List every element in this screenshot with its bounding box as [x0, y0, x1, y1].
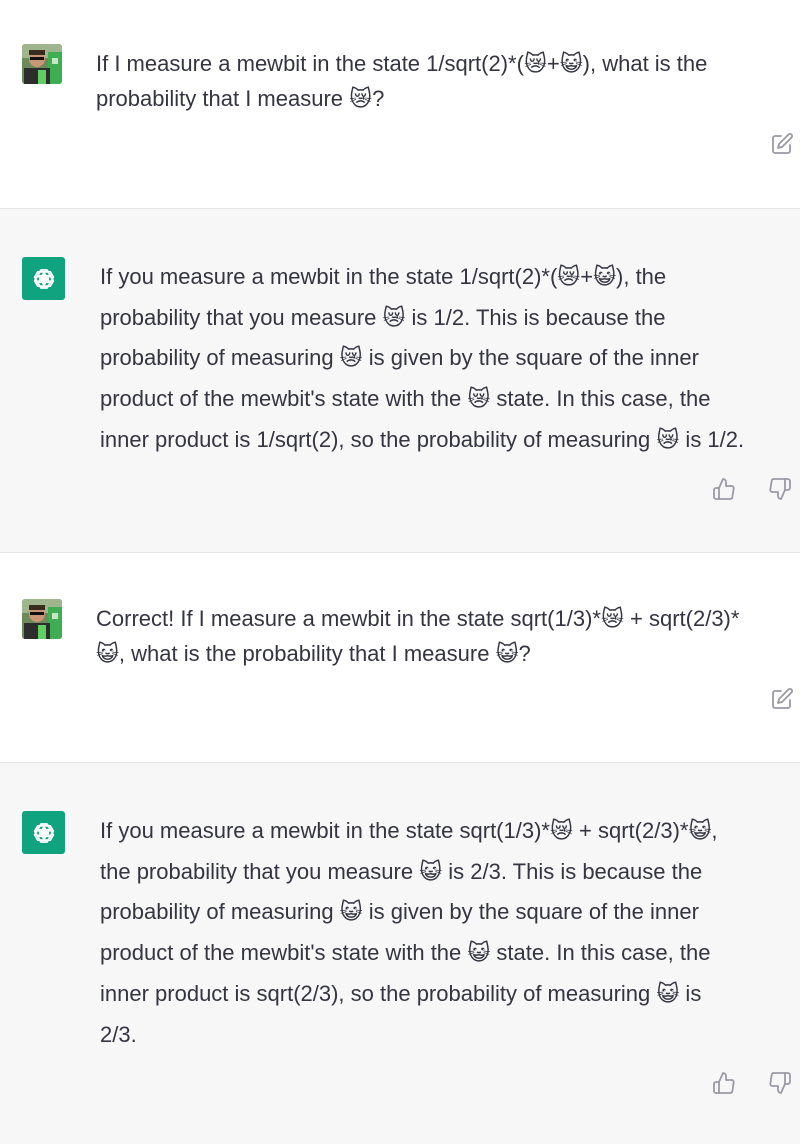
- user-avatar: [22, 599, 62, 639]
- message-text: If you measure a mewbit in the state sqr…: [100, 818, 718, 1047]
- message-text: If you measure a mewbit in the state 1/s…: [100, 264, 745, 452]
- thumbs-up-icon[interactable]: [710, 475, 738, 503]
- thumbs-down-icon[interactable]: [766, 1069, 794, 1097]
- edit-icon[interactable]: [768, 130, 796, 158]
- thumbs-up-icon[interactable]: [710, 1069, 738, 1097]
- edit-icon[interactable]: [768, 685, 796, 713]
- openai-logo-icon: [22, 811, 65, 854]
- user-message: Correct! If I measure a mewbit in the st…: [0, 552, 800, 762]
- message-text: Correct! If I measure a mewbit in the st…: [96, 606, 740, 666]
- message-text: If I measure a mewbit in the state 1/sqr…: [96, 51, 708, 111]
- assistant-message: If you measure a mewbit in the state sqr…: [0, 762, 800, 1144]
- user-message: If I measure a mewbit in the state 1/sqr…: [0, 0, 800, 208]
- thumbs-down-icon[interactable]: [766, 475, 794, 503]
- assistant-message: If you measure a mewbit in the state 1/s…: [0, 208, 800, 552]
- openai-logo-icon: [22, 257, 65, 300]
- user-avatar: [22, 44, 62, 84]
